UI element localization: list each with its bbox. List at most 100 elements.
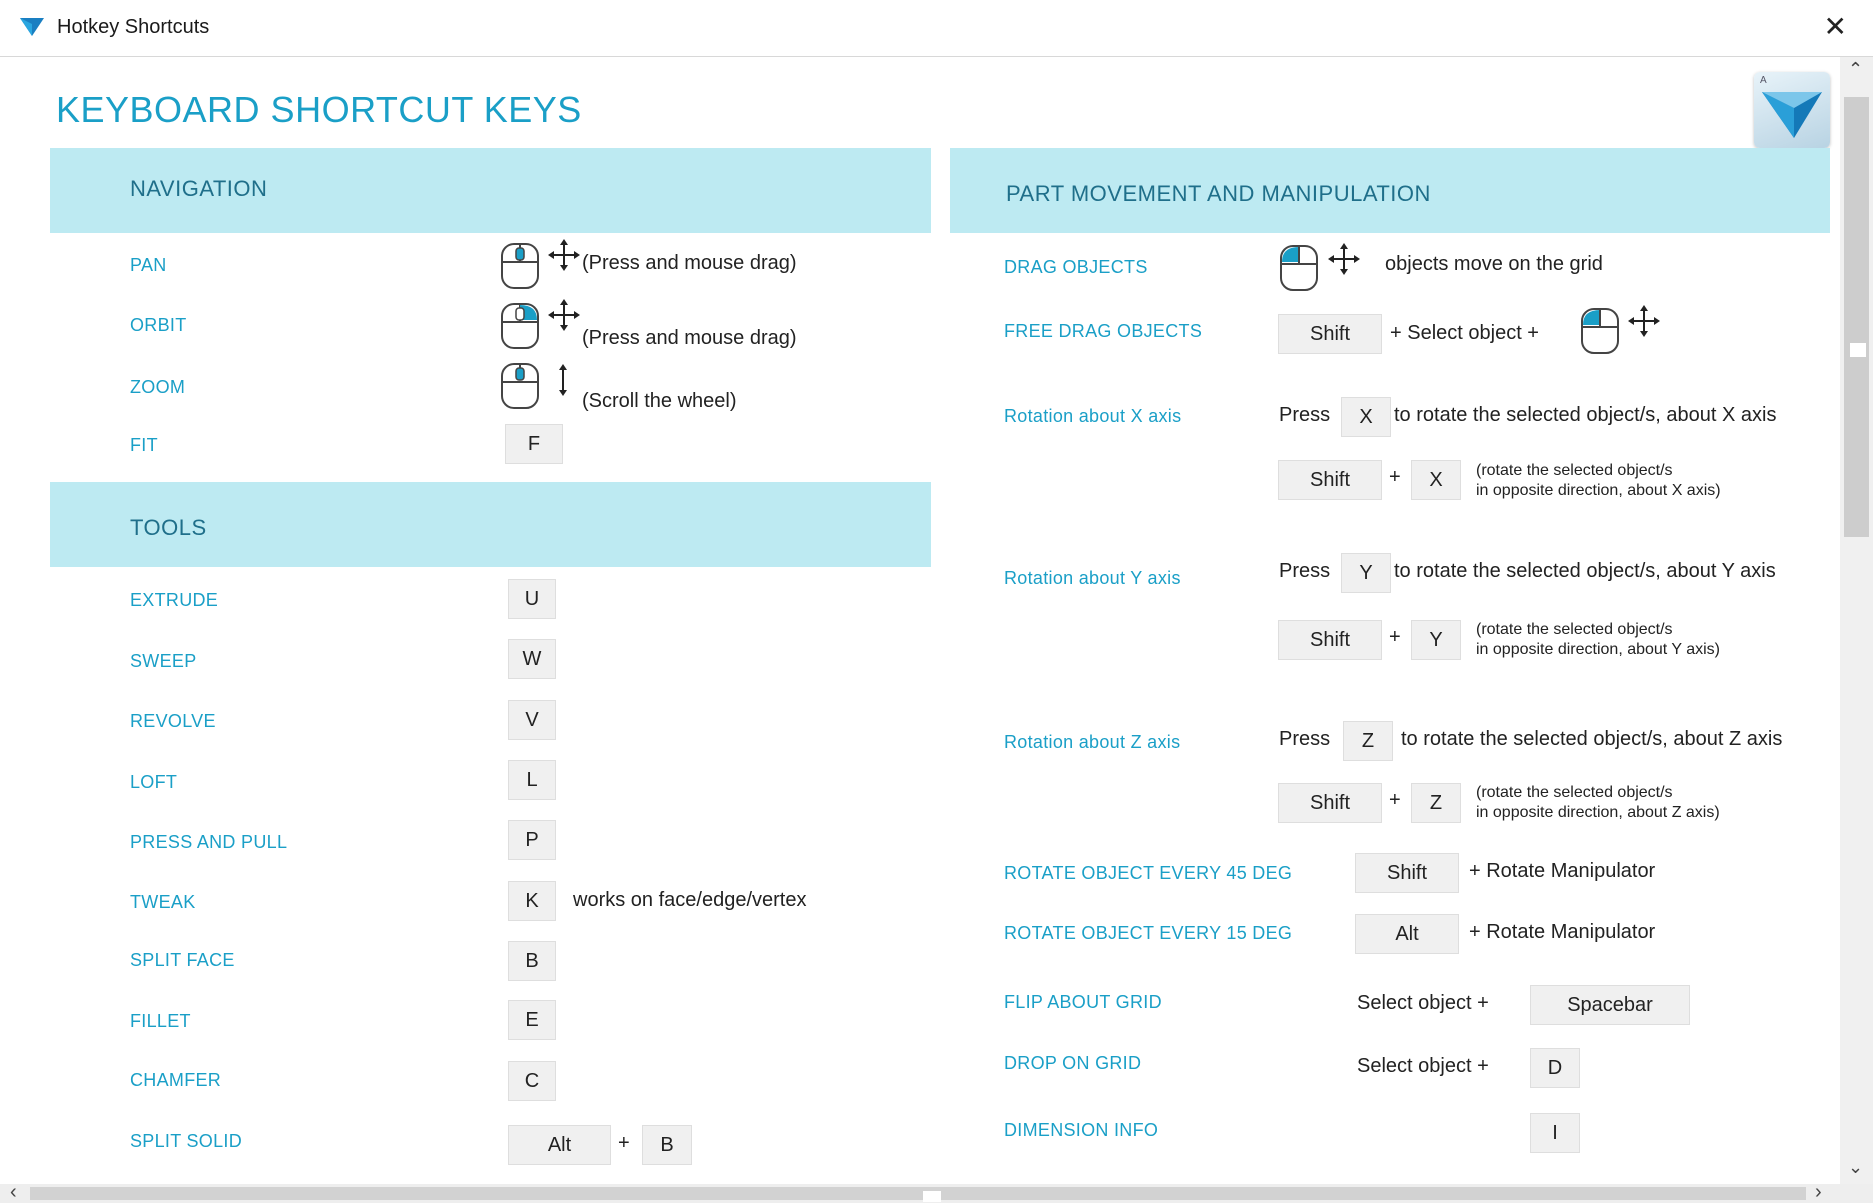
app-logo: A bbox=[1754, 72, 1830, 148]
scroll-down-icon[interactable]: ⌄ bbox=[1848, 1157, 1863, 1178]
loft-label: LOFT bbox=[130, 772, 178, 792]
key-z: Z bbox=[1411, 783, 1461, 823]
scroll-right-icon[interactable]: › bbox=[1815, 1181, 1822, 1204]
mouse-right-click-icon bbox=[501, 303, 539, 349]
rotation-y-label: Rotation about Y axis bbox=[1004, 568, 1181, 588]
shortcut-content: KEYBOARD SHORTCUT KEYS A NAVIGATION PAN … bbox=[0, 57, 1840, 1184]
pan-hint: (Press and mouse drag) bbox=[582, 252, 797, 274]
horizontal-scroll-thumb[interactable] bbox=[30, 1187, 1806, 1202]
pan-label: PAN bbox=[130, 255, 167, 275]
press-and-pull-label: PRESS AND PULL bbox=[130, 832, 288, 852]
mouse-left-click-icon bbox=[1581, 308, 1619, 354]
rotation-z-note-2: in opposite direction, about Z axis) bbox=[1476, 804, 1720, 821]
plus-sign: + bbox=[1389, 466, 1401, 488]
split-face-label: SPLIT FACE bbox=[130, 950, 235, 970]
rotation-y-press: Press bbox=[1279, 560, 1331, 582]
plus-sign: + bbox=[1389, 789, 1401, 811]
rotate-45-label: ROTATE OBJECT EVERY 45 DEG bbox=[1004, 863, 1293, 883]
revolve-label: REVOLVE bbox=[130, 711, 216, 731]
key-x: X bbox=[1411, 460, 1461, 500]
key-shift: Shift bbox=[1278, 620, 1382, 660]
key-z: Z bbox=[1343, 721, 1393, 761]
key-k: K bbox=[508, 881, 556, 921]
move-arrows-icon bbox=[1328, 243, 1360, 275]
rotation-x-label: Rotation about X axis bbox=[1004, 406, 1182, 426]
rotation-y-text: to rotate the selected object/s, about Y… bbox=[1394, 560, 1776, 582]
tools-title: TOOLS bbox=[130, 515, 207, 540]
dimension-info-label: DIMENSION INFO bbox=[1004, 1120, 1159, 1140]
drag-objects-text: objects move on the grid bbox=[1385, 253, 1603, 275]
tweak-note: works on face/edge/vertex bbox=[573, 889, 807, 911]
rotation-y-note-2: in opposite direction, about Y axis) bbox=[1476, 641, 1721, 658]
extrude-label: EXTRUDE bbox=[130, 590, 219, 610]
orbit-label: ORBIT bbox=[130, 315, 187, 335]
key-u: U bbox=[508, 579, 556, 619]
zoom-label: ZOOM bbox=[130, 377, 186, 397]
part-movement-title: PART MOVEMENT AND MANIPULATION bbox=[1006, 181, 1431, 206]
drop-select-object-text: Select object + bbox=[1357, 1055, 1489, 1077]
vertical-scrollbar[interactable]: ⌃ ⌄ bbox=[1840, 57, 1873, 1184]
rotation-y-note-1: (rotate the selected object/s bbox=[1476, 621, 1673, 638]
rotation-x-note-1: (rotate the selected object/s bbox=[1476, 462, 1673, 479]
key-shift: Shift bbox=[1278, 783, 1382, 823]
vertical-arrow-icon bbox=[559, 364, 567, 396]
fit-label: FIT bbox=[130, 435, 158, 455]
key-w: W bbox=[508, 639, 556, 679]
scroll-up-icon[interactable]: ⌃ bbox=[1848, 59, 1863, 80]
rotation-z-note-1: (rotate the selected object/s bbox=[1476, 784, 1673, 801]
rotation-z-label: Rotation about Z axis bbox=[1004, 732, 1181, 752]
flip-about-grid-label: FLIP ABOUT GRID bbox=[1004, 992, 1162, 1012]
key-x: X bbox=[1341, 397, 1391, 437]
page-title: KEYBOARD SHORTCUT KEYS bbox=[56, 89, 582, 130]
close-icon[interactable]: ✕ bbox=[1824, 10, 1847, 43]
horizontal-scrollbar[interactable]: ‹ › bbox=[0, 1181, 1873, 1204]
key-i: I bbox=[1530, 1113, 1580, 1153]
rotation-x-note-2: in opposite direction, about X axis) bbox=[1476, 482, 1721, 499]
move-arrows-icon bbox=[1628, 305, 1660, 337]
key-y: Y bbox=[1411, 620, 1461, 660]
key-f: F bbox=[505, 424, 563, 464]
mouse-scroll-icon bbox=[501, 363, 539, 409]
rotate-15-label: ROTATE OBJECT EVERY 15 DEG bbox=[1004, 923, 1293, 943]
sweep-label: SWEEP bbox=[130, 651, 197, 671]
key-d: D bbox=[1530, 1048, 1580, 1088]
tweak-label: TWEAK bbox=[130, 892, 196, 912]
key-l: L bbox=[508, 760, 556, 800]
move-arrows-icon bbox=[548, 239, 580, 271]
free-drag-label: FREE DRAG OBJECTS bbox=[1004, 321, 1203, 341]
plus-sign: + bbox=[1389, 626, 1401, 648]
key-shift: Shift bbox=[1355, 853, 1459, 893]
key-alt: Alt bbox=[508, 1125, 611, 1165]
scroll-left-icon[interactable]: ‹ bbox=[10, 1181, 17, 1204]
key-alt: Alt bbox=[1355, 914, 1459, 954]
rotation-x-text: to rotate the selected object/s, about X… bbox=[1394, 404, 1777, 426]
vertical-scroll-thumb[interactable] bbox=[1844, 97, 1869, 537]
rotation-z-press: Press bbox=[1279, 728, 1331, 750]
orbit-hint: (Press and mouse drag) bbox=[582, 327, 797, 349]
key-b: B bbox=[508, 941, 556, 981]
mouse-left-click-icon bbox=[501, 243, 539, 289]
move-arrows-icon bbox=[548, 299, 580, 331]
rotate-15-text: + Rotate Manipulator bbox=[1469, 921, 1656, 943]
navigation-title: NAVIGATION bbox=[130, 176, 268, 201]
app-logo-icon bbox=[20, 18, 44, 36]
key-c: C bbox=[508, 1061, 556, 1101]
key-v: V bbox=[508, 700, 556, 740]
rotate-45-text: + Rotate Manipulator bbox=[1469, 860, 1656, 882]
key-p: P bbox=[508, 820, 556, 860]
key-shift: Shift bbox=[1278, 314, 1382, 354]
window-titlebar: Hotkey Shortcuts ✕ bbox=[0, 0, 1873, 57]
key-y: Y bbox=[1341, 553, 1391, 593]
fillet-label: FILLET bbox=[130, 1011, 191, 1031]
chamfer-label: CHAMFER bbox=[130, 1070, 222, 1090]
drop-on-grid-label: DROP ON GRID bbox=[1004, 1053, 1142, 1073]
zoom-hint: (Scroll the wheel) bbox=[582, 390, 737, 412]
key-shift: Shift bbox=[1278, 460, 1382, 500]
key-b: B bbox=[642, 1125, 692, 1165]
key-spacebar: Spacebar bbox=[1530, 985, 1690, 1025]
split-solid-label: SPLIT SOLID bbox=[130, 1131, 243, 1151]
flip-select-object-text: Select object + bbox=[1357, 992, 1489, 1014]
plus-sign: + bbox=[618, 1132, 630, 1154]
rotation-x-press: Press bbox=[1279, 404, 1331, 426]
free-drag-text: + Select object + bbox=[1390, 322, 1539, 344]
